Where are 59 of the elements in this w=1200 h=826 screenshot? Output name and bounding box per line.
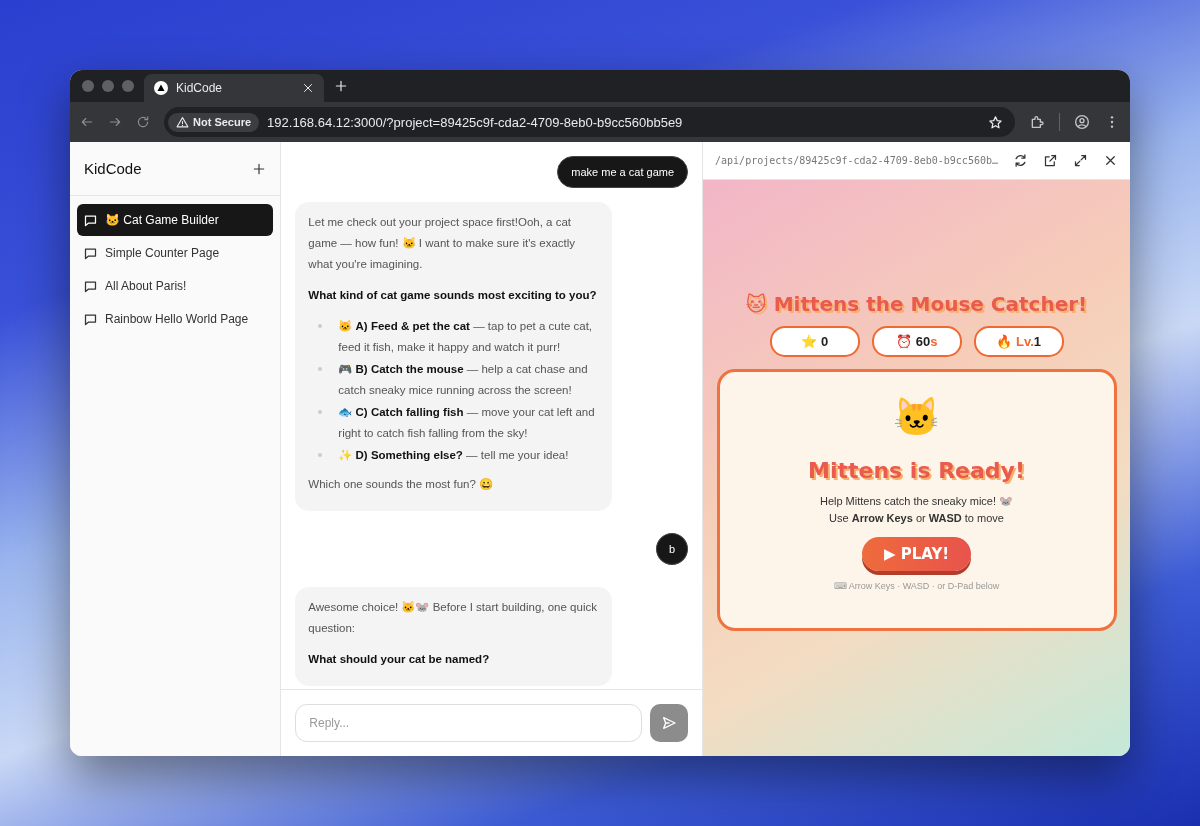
message-text: Which one sounds the most fun? 😀	[308, 477, 495, 492]
stat-pill: 🔥 Lv.1	[973, 326, 1064, 357]
forward-arrow-icon[interactable]	[108, 115, 122, 129]
bullet-dot	[318, 453, 323, 457]
warning-icon	[176, 115, 189, 129]
list-item-text: 🐱 A) Feed & pet the cat — tap to pet a cute cat, feed it fish, make it happy and watch it purr!	[338, 319, 594, 355]
reload-icon[interactable]	[136, 115, 150, 129]
list-item-text: 🐟 C) Catch falling fish — move your cat left and right to catch fish falling from the sky!	[338, 405, 596, 441]
user-message: b	[655, 533, 689, 565]
message-text: Let me check out your project space first!Ooh, a cat game — how fun! 🐱 I want to make sure it's exactly what you're imagining.	[308, 215, 577, 272]
preview-path: /api/projects/89425c9f-cda2-4709-8eb0-b9cc560b…	[715, 155, 998, 166]
window-control-dot[interactable]	[82, 80, 94, 92]
game-title: 🐱 Mittens the Mouse Catcher!	[745, 292, 1088, 316]
game-instructions: Help Mittens catch the sneaky mice! 🐭	[819, 494, 1014, 509]
back-arrow-icon[interactable]	[80, 115, 94, 129]
user-message: make me a cat game	[557, 156, 689, 188]
plus-icon[interactable]	[334, 79, 348, 93]
bullet-dot	[318, 324, 323, 328]
send-button[interactable]	[650, 704, 689, 742]
game-heading: Mittens is Ready!	[808, 458, 1025, 483]
address-bar[interactable]: Not Secure 192.168.64.12:3000/?project=89425c9f-cda2-4709-8eb0-b9cc560bb5e9	[164, 107, 1015, 137]
close-icon[interactable]	[1103, 153, 1118, 168]
refresh-icon[interactable]	[1013, 153, 1028, 168]
chat-bubble-icon	[83, 245, 98, 261]
stat-pill: ⏰ 60s	[871, 326, 962, 357]
send-icon	[661, 715, 678, 731]
browser-tab[interactable]: KidCode	[144, 74, 324, 102]
list-item-text: ✨ D) Something else? — tell me your idea!	[338, 448, 569, 463]
list-item-text: 🎮 B) Catch the mouse — help a cat chase and catch sneaky mice running across the screen!	[338, 362, 589, 398]
chat-bubble-icon	[83, 212, 98, 228]
chat-list-item[interactable]: Rainbow Hello World Page	[77, 303, 274, 335]
security-chip[interactable]: Not Secure	[168, 112, 260, 132]
external-link-icon[interactable]	[1043, 153, 1058, 168]
message-question: What should your cat be named?	[308, 652, 491, 667]
chat-list-item[interactable]: All About Paris!	[77, 270, 274, 302]
cat-emoji: 🐱	[893, 395, 940, 440]
stat-pill: ⭐ 0	[769, 326, 860, 357]
chat-bubble-icon	[83, 311, 98, 327]
message-question: What kind of cat game sounds most exciting to you?	[308, 288, 598, 303]
window-control-dot[interactable]	[122, 80, 134, 92]
chat-list-item[interactable]: 🐱 Cat Game Builder	[77, 204, 274, 236]
chat-bubble-icon	[83, 278, 98, 294]
chat-list-item[interactable]: Simple Counter Page	[77, 237, 274, 269]
app-title: KidCode	[84, 160, 142, 177]
message-text: Awesome choice! 🐱🐭 Before I start building, one quick question:	[308, 600, 598, 636]
url-text: 192.168.64.12:3000/?project=89425c9f-cda2-4709-8eb0-b9cc560bb5e9	[267, 114, 684, 130]
tab-title: KidCode	[176, 81, 224, 95]
plus-icon[interactable]	[252, 161, 267, 176]
controls-hint: ⌨ Arrow Keys · WASD · or D-Pad below	[833, 581, 1000, 591]
close-icon[interactable]	[302, 82, 314, 94]
expand-icon[interactable]	[1073, 153, 1088, 168]
game-instructions: Use Arrow Keys or WASD to move	[829, 511, 1004, 526]
puzzle-icon[interactable]	[1029, 114, 1045, 130]
profile-icon[interactable]	[1074, 114, 1090, 130]
bullet-dot	[318, 367, 323, 371]
star-icon[interactable]	[988, 114, 1003, 130]
window-control-dot[interactable]	[102, 80, 114, 92]
reply-field[interactable]: Reply...	[295, 704, 643, 742]
bullet-dot	[318, 410, 323, 414]
